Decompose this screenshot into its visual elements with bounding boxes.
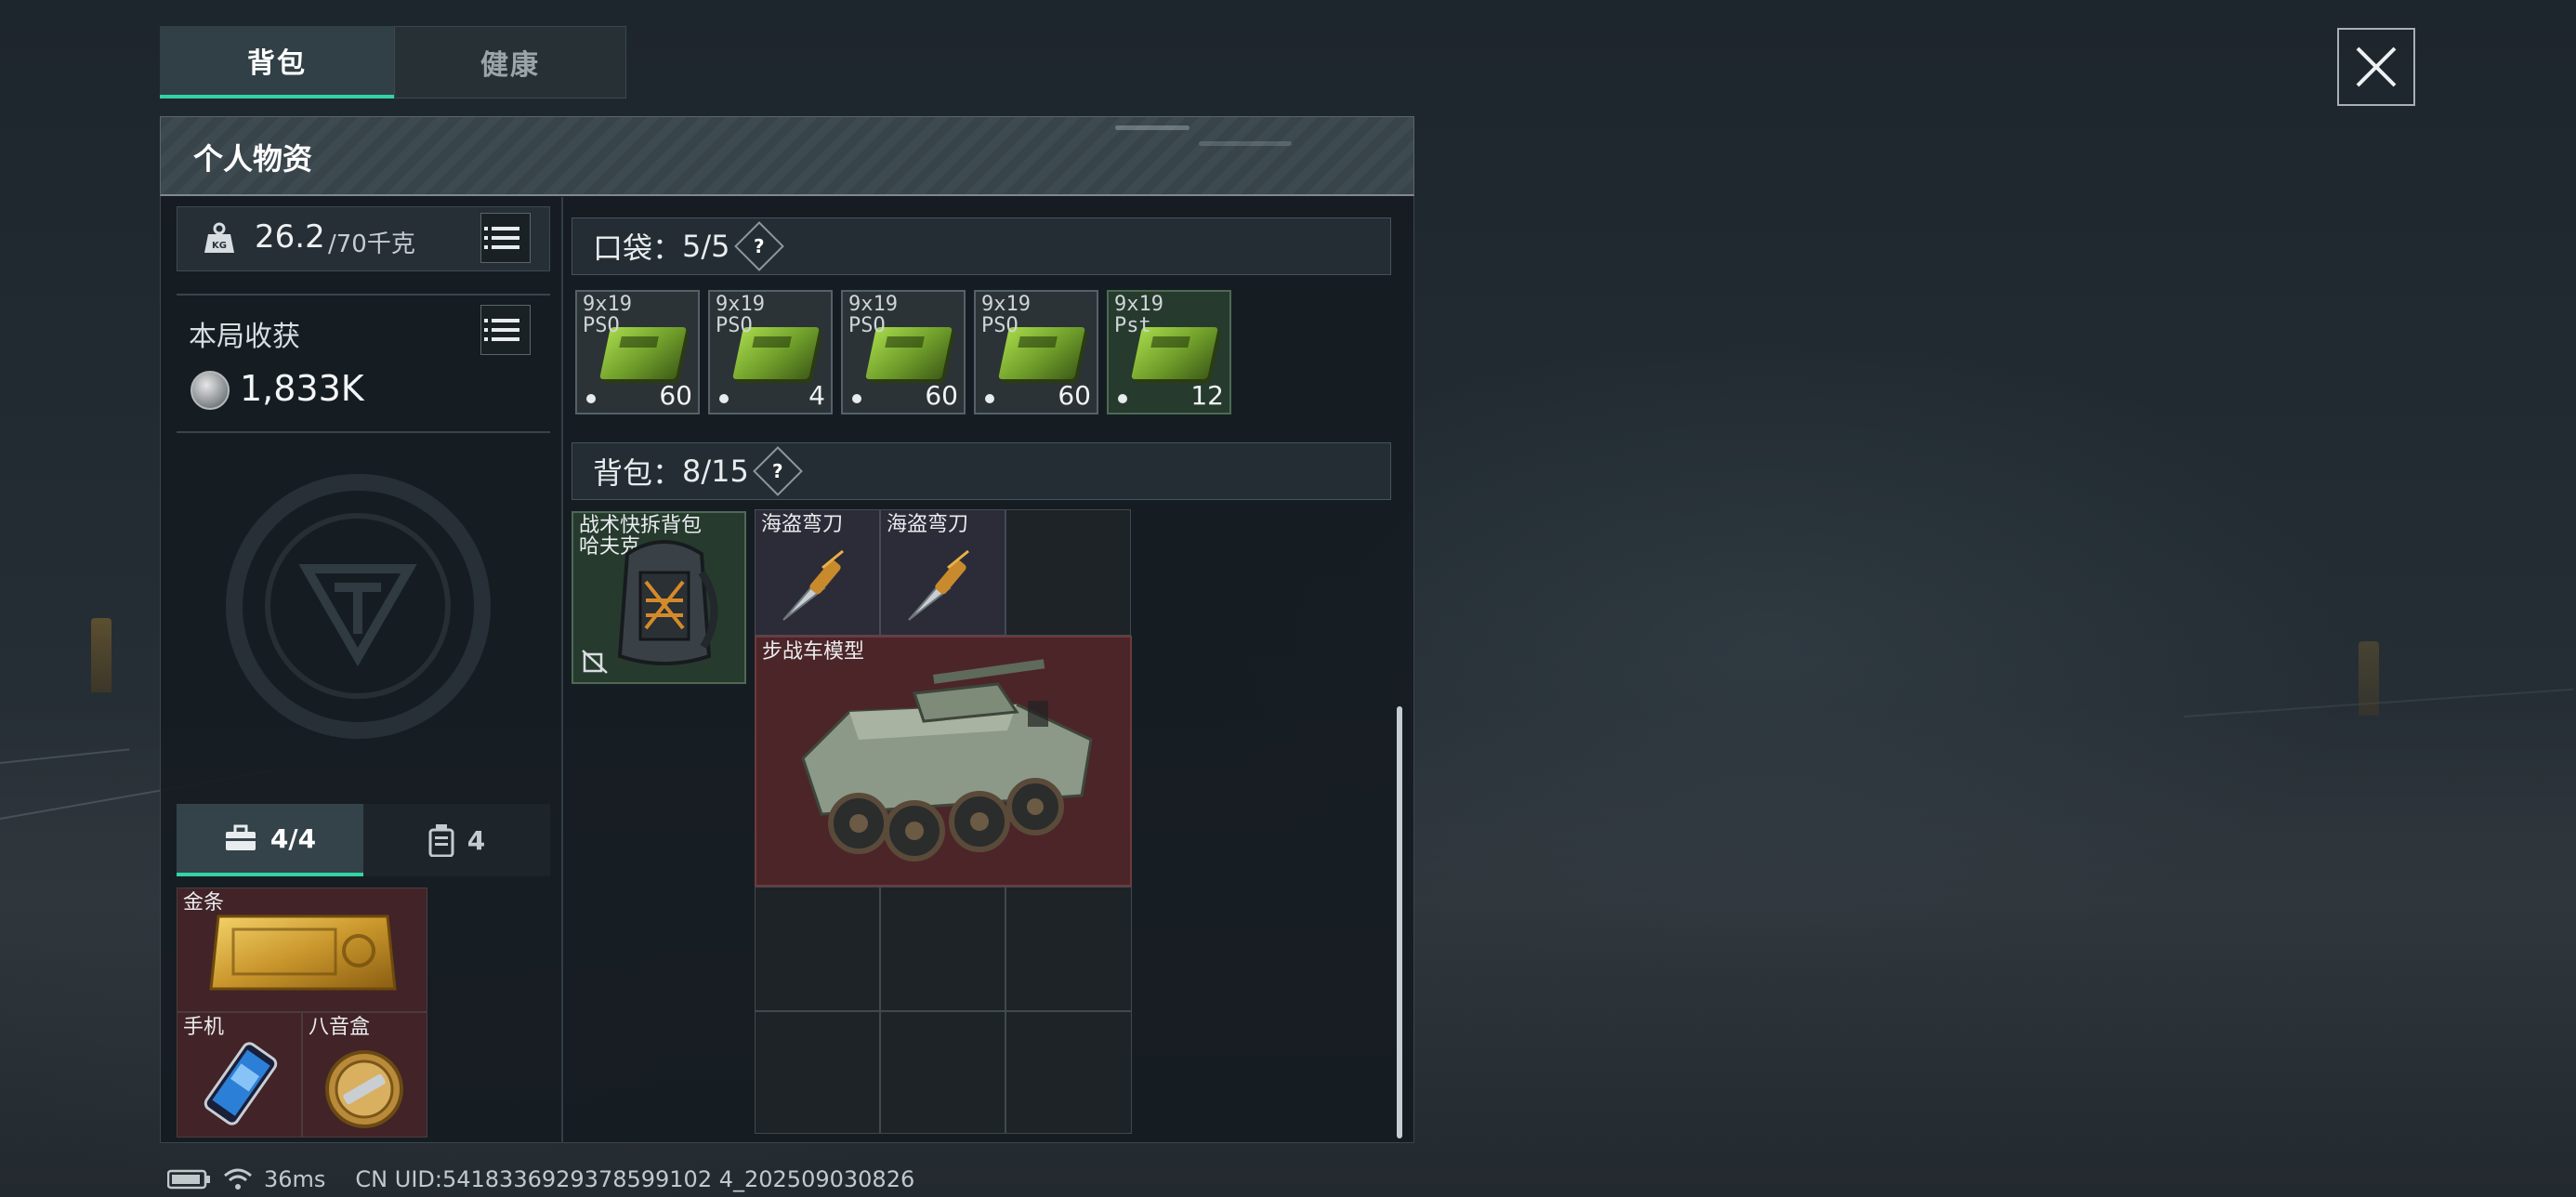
backpack-scrollbar[interactable] (1397, 706, 1402, 1138)
item-gold-bar[interactable]: 金条 (177, 888, 427, 1012)
divider (177, 294, 550, 296)
backpack-icon (617, 540, 718, 665)
music-box-icon (325, 1050, 403, 1128)
help-icon[interactable]: ? (733, 221, 784, 271)
panel-header (160, 116, 1414, 196)
weight-capacity: /70千克 (328, 230, 415, 258)
pocket-slot[interactable]: 9x19 PSO 60 (575, 290, 700, 414)
empty-slot[interactable] (755, 887, 880, 1011)
empty-slot[interactable] (1005, 509, 1131, 636)
gold-bar-icon (209, 914, 397, 991)
item-pirate-machete[interactable]: 海盗弯刀 (755, 509, 880, 636)
background-cone (2359, 641, 2379, 716)
tab-health[interactable]: 健康 (394, 26, 626, 99)
header-decoration (1199, 141, 1292, 146)
pocket-slot[interactable]: 9x19 PSO 4 (708, 290, 833, 414)
panel-title: 个人物资 (193, 141, 313, 177)
haul-value: 1,833K (240, 368, 364, 409)
slot-count: 60 (1058, 380, 1091, 411)
knife-icon (908, 549, 969, 621)
slot-count: 12 (1190, 380, 1224, 411)
backpack-label: 背包 (593, 455, 653, 491)
empty-slot[interactable] (1005, 1011, 1132, 1134)
pocket-slot[interactable]: 9x19 Pst 12 (1107, 290, 1231, 414)
emblem-logo (265, 513, 451, 699)
ifv-model-icon (801, 659, 1093, 862)
faction-logo-icon (298, 564, 417, 666)
close-button[interactable] (2337, 28, 2415, 106)
item-label: 海盗弯刀 (761, 513, 844, 536)
slot-count: 60 (659, 380, 692, 411)
slot-count: 60 (925, 380, 958, 411)
equipped-backpack[interactable]: 战术快拆背包 哈夫克 (572, 511, 746, 684)
slot-name: 9x19 Pst (1114, 293, 1163, 337)
item-phone[interactable]: 手机 (177, 1012, 302, 1138)
briefcase-icon (225, 824, 256, 850)
pockets-count: 5/5 (682, 229, 730, 264)
weight-current: 26.2 (255, 218, 325, 256)
close-icon (2356, 46, 2397, 87)
item-label: 手机 (183, 1016, 225, 1039)
pocket-slot[interactable]: 9x19 PSO 60 (974, 290, 1098, 414)
secure-case-count: 4/4 (269, 822, 317, 854)
slot-name: 9x19 PSO (848, 293, 898, 337)
help-icon[interactable]: ? (753, 446, 803, 496)
empty-slot[interactable] (880, 887, 1005, 1011)
header-decoration (1115, 125, 1189, 130)
status-bar: 36ms CN UID:5418336929378599102 4_202509… (167, 1166, 914, 1192)
item-ifv-model[interactable]: 步战车模型 (755, 636, 1132, 887)
tab-canister[interactable]: 4 (363, 804, 550, 876)
empty-slot[interactable] (880, 1011, 1005, 1134)
battery-icon (167, 1169, 210, 1190)
slot-name: 9x19 PSO (716, 293, 765, 337)
uid-text: CN UID:5418336929378599102 4_20250903082… (355, 1166, 915, 1192)
column-divider (561, 197, 563, 1143)
coin-icon (191, 371, 230, 410)
item-music-box[interactable]: 八音盒 (302, 1012, 427, 1138)
item-label: 八音盒 (309, 1016, 371, 1039)
item-label: 海盗弯刀 (887, 513, 969, 536)
slot-name: 9x19 PSO (583, 293, 632, 337)
canister-count: 4 (467, 824, 486, 856)
haul-label: 本局收获 (189, 321, 300, 353)
haul-list-button[interactable] (480, 305, 531, 355)
divider (177, 431, 550, 433)
list-icon (484, 227, 519, 230)
item-pirate-machete[interactable]: 海盗弯刀 (880, 509, 1005, 636)
backpack-header: 背包 ： 8/15 ? (572, 442, 1391, 500)
backpack-count: 8/15 (682, 454, 749, 489)
no-trade-icon (582, 650, 608, 674)
phone-icon (204, 1042, 278, 1125)
pocket-slot[interactable]: 9x19 PSO 60 (841, 290, 966, 414)
list-icon (484, 319, 519, 322)
knife-icon (782, 549, 844, 621)
slot-name: 9x19 PSO (981, 293, 1031, 337)
tab-backpack[interactable]: 背包 (160, 26, 394, 99)
kg-weight-icon: KG (204, 222, 234, 253)
ping-value: 36ms (264, 1166, 326, 1192)
pockets-header: 口袋 ： 5/5 ? (572, 217, 1391, 275)
weight-list-button[interactable] (480, 213, 531, 263)
slot-count: 4 (808, 380, 825, 411)
backpack-grid: 海盗弯刀 海盗弯刀 步战车模型 (755, 509, 1132, 1134)
background-cone (91, 618, 112, 692)
pockets-label: 口袋 (593, 230, 653, 266)
canister-icon (428, 824, 454, 857)
wifi-icon (224, 1168, 252, 1190)
svg-text:KG: KG (212, 241, 227, 251)
empty-slot[interactable] (1005, 887, 1132, 1011)
empty-slot[interactable] (755, 1011, 880, 1134)
tab-secure-case[interactable]: 4/4 (177, 804, 363, 876)
